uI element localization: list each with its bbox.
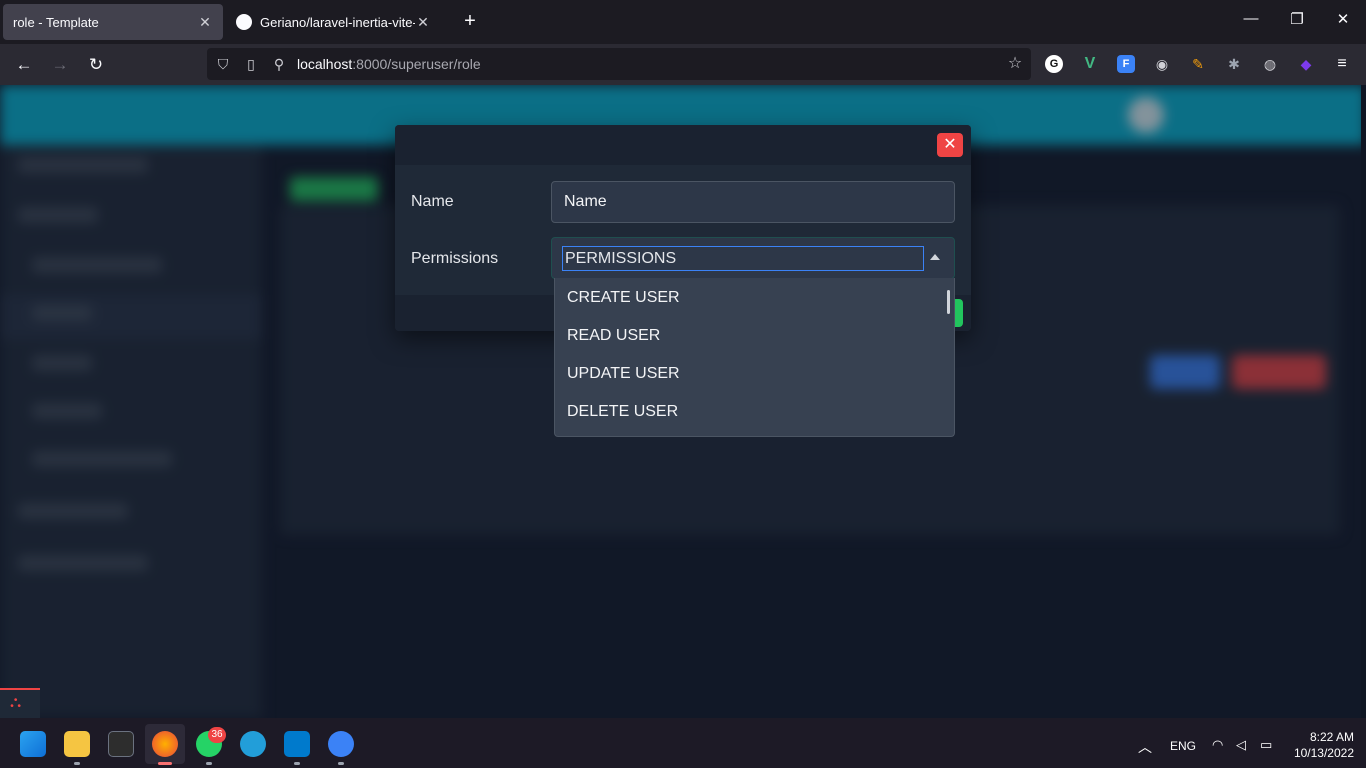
permissions-search-input[interactable] bbox=[562, 246, 924, 271]
laravel-debug-icon[interactable]: ⛬ bbox=[0, 688, 40, 718]
page-scrollbar[interactable] bbox=[1361, 85, 1366, 718]
extension-icon[interactable]: ◆ bbox=[1297, 55, 1315, 73]
running-indicator bbox=[206, 762, 212, 765]
battery-icon[interactable]: ▭ bbox=[1260, 737, 1272, 753]
page-viewport: ✕ Name Permissions CREATE USER READ USER… bbox=[0, 85, 1366, 718]
system-clock[interactable]: 8:22 AM 10/13/2022 bbox=[1290, 729, 1354, 761]
option-read-user[interactable]: READ USER bbox=[567, 327, 660, 345]
tab-close-icon[interactable]: ✕ bbox=[415, 14, 431, 31]
caret-up-icon[interactable] bbox=[930, 254, 940, 260]
cookie-icon[interactable]: ◉ bbox=[1153, 55, 1171, 73]
url-host: localhost bbox=[297, 56, 353, 72]
vscode-icon[interactable] bbox=[284, 731, 310, 757]
file-explorer-icon[interactable] bbox=[64, 731, 90, 757]
language-indicator[interactable]: ENG bbox=[1170, 739, 1196, 753]
tab-role-template[interactable]: role - Template ✕ bbox=[3, 4, 223, 40]
running-indicator bbox=[338, 762, 344, 765]
close-window-icon[interactable]: ✕ bbox=[1331, 10, 1355, 28]
bug-icon[interactable]: ✱ bbox=[1225, 55, 1243, 73]
url-path: :8000/superuser/role bbox=[352, 56, 481, 72]
option-create-user[interactable]: CREATE USER bbox=[567, 289, 680, 307]
running-indicator bbox=[158, 762, 172, 765]
chevron-up-icon[interactable]: ︿ bbox=[1138, 737, 1152, 757]
shield-icon[interactable]: ⛉ bbox=[213, 54, 233, 74]
telegram-icon[interactable] bbox=[240, 731, 266, 757]
minimize-icon[interactable]: — bbox=[1239, 10, 1263, 27]
extension-icon[interactable]: F bbox=[1117, 55, 1135, 73]
notification-badge: 36 bbox=[208, 727, 226, 743]
extension-icon[interactable]: ✎ bbox=[1189, 55, 1207, 73]
clock-date: 10/13/2022 bbox=[1293, 746, 1354, 760]
bookmark-star-icon[interactable]: ☆ bbox=[1005, 54, 1025, 74]
wifi-icon[interactable]: ◠ bbox=[1212, 737, 1223, 753]
app-icon[interactable] bbox=[328, 731, 354, 757]
option-update-user[interactable]: UPDATE USER bbox=[567, 365, 680, 383]
running-indicator bbox=[294, 762, 300, 765]
reload-icon[interactable]: ↻ bbox=[84, 53, 108, 77]
tab-title: role - Template bbox=[13, 14, 99, 30]
menu-icon[interactable]: ≡ bbox=[1333, 55, 1351, 73]
permissions-label: Permissions bbox=[411, 250, 499, 267]
new-tab-button[interactable]: + bbox=[458, 10, 482, 33]
clock-time: 8:22 AM bbox=[1309, 730, 1354, 744]
modal-header bbox=[395, 125, 971, 165]
dropdown-scrollbar[interactable] bbox=[947, 290, 950, 314]
firefox-icon[interactable] bbox=[152, 731, 178, 757]
grammarly-icon[interactable]: G bbox=[1045, 55, 1063, 73]
option-delete-user[interactable]: DELETE USER bbox=[567, 403, 678, 421]
github-icon bbox=[236, 14, 252, 30]
restore-icon[interactable]: ❐ bbox=[1285, 10, 1309, 28]
forward-icon[interactable]: → bbox=[48, 53, 72, 77]
vue-devtools-icon[interactable]: V bbox=[1081, 55, 1099, 73]
permissions-select[interactable] bbox=[551, 237, 955, 279]
url-text[interactable]: localhost:8000/superuser/role bbox=[297, 56, 481, 72]
running-indicator bbox=[74, 762, 80, 765]
nav-bar: ← → ↻ ⛉ ▯ ⚲ localhost:8000/superuser/rol… bbox=[0, 44, 1366, 85]
terminal-icon[interactable] bbox=[108, 731, 134, 757]
taskbar bbox=[0, 718, 1366, 768]
volume-icon[interactable]: ◁ bbox=[1236, 737, 1246, 753]
tab-title: Geriano/laravel-inertia-vite-tem bbox=[260, 14, 415, 30]
permissions-icon[interactable]: ⚲ bbox=[269, 54, 289, 74]
name-label: Name bbox=[411, 193, 454, 210]
globe-icon[interactable]: ◍ bbox=[1261, 55, 1279, 73]
url-bar[interactable]: ⛉ ▯ ⚲ localhost:8000/superuser/role ☆ bbox=[207, 48, 1031, 80]
browser-chrome: role - Template ✕ Geriano/laravel-inerti… bbox=[0, 0, 1366, 85]
windows-start-icon[interactable] bbox=[20, 731, 46, 757]
permissions-dropdown: CREATE USER READ USER UPDATE USER DELETE… bbox=[554, 278, 955, 437]
back-icon[interactable]: ← bbox=[12, 53, 36, 77]
tab-bar: role - Template ✕ Geriano/laravel-inerti… bbox=[0, 0, 1366, 44]
tab-close-icon[interactable]: ✕ bbox=[197, 14, 213, 31]
close-button[interactable]: ✕ bbox=[937, 133, 963, 157]
tab-github[interactable]: Geriano/laravel-inertia-vite-tem ✕ bbox=[226, 4, 441, 40]
name-input[interactable] bbox=[551, 181, 955, 223]
page-icon[interactable]: ▯ bbox=[241, 54, 261, 74]
